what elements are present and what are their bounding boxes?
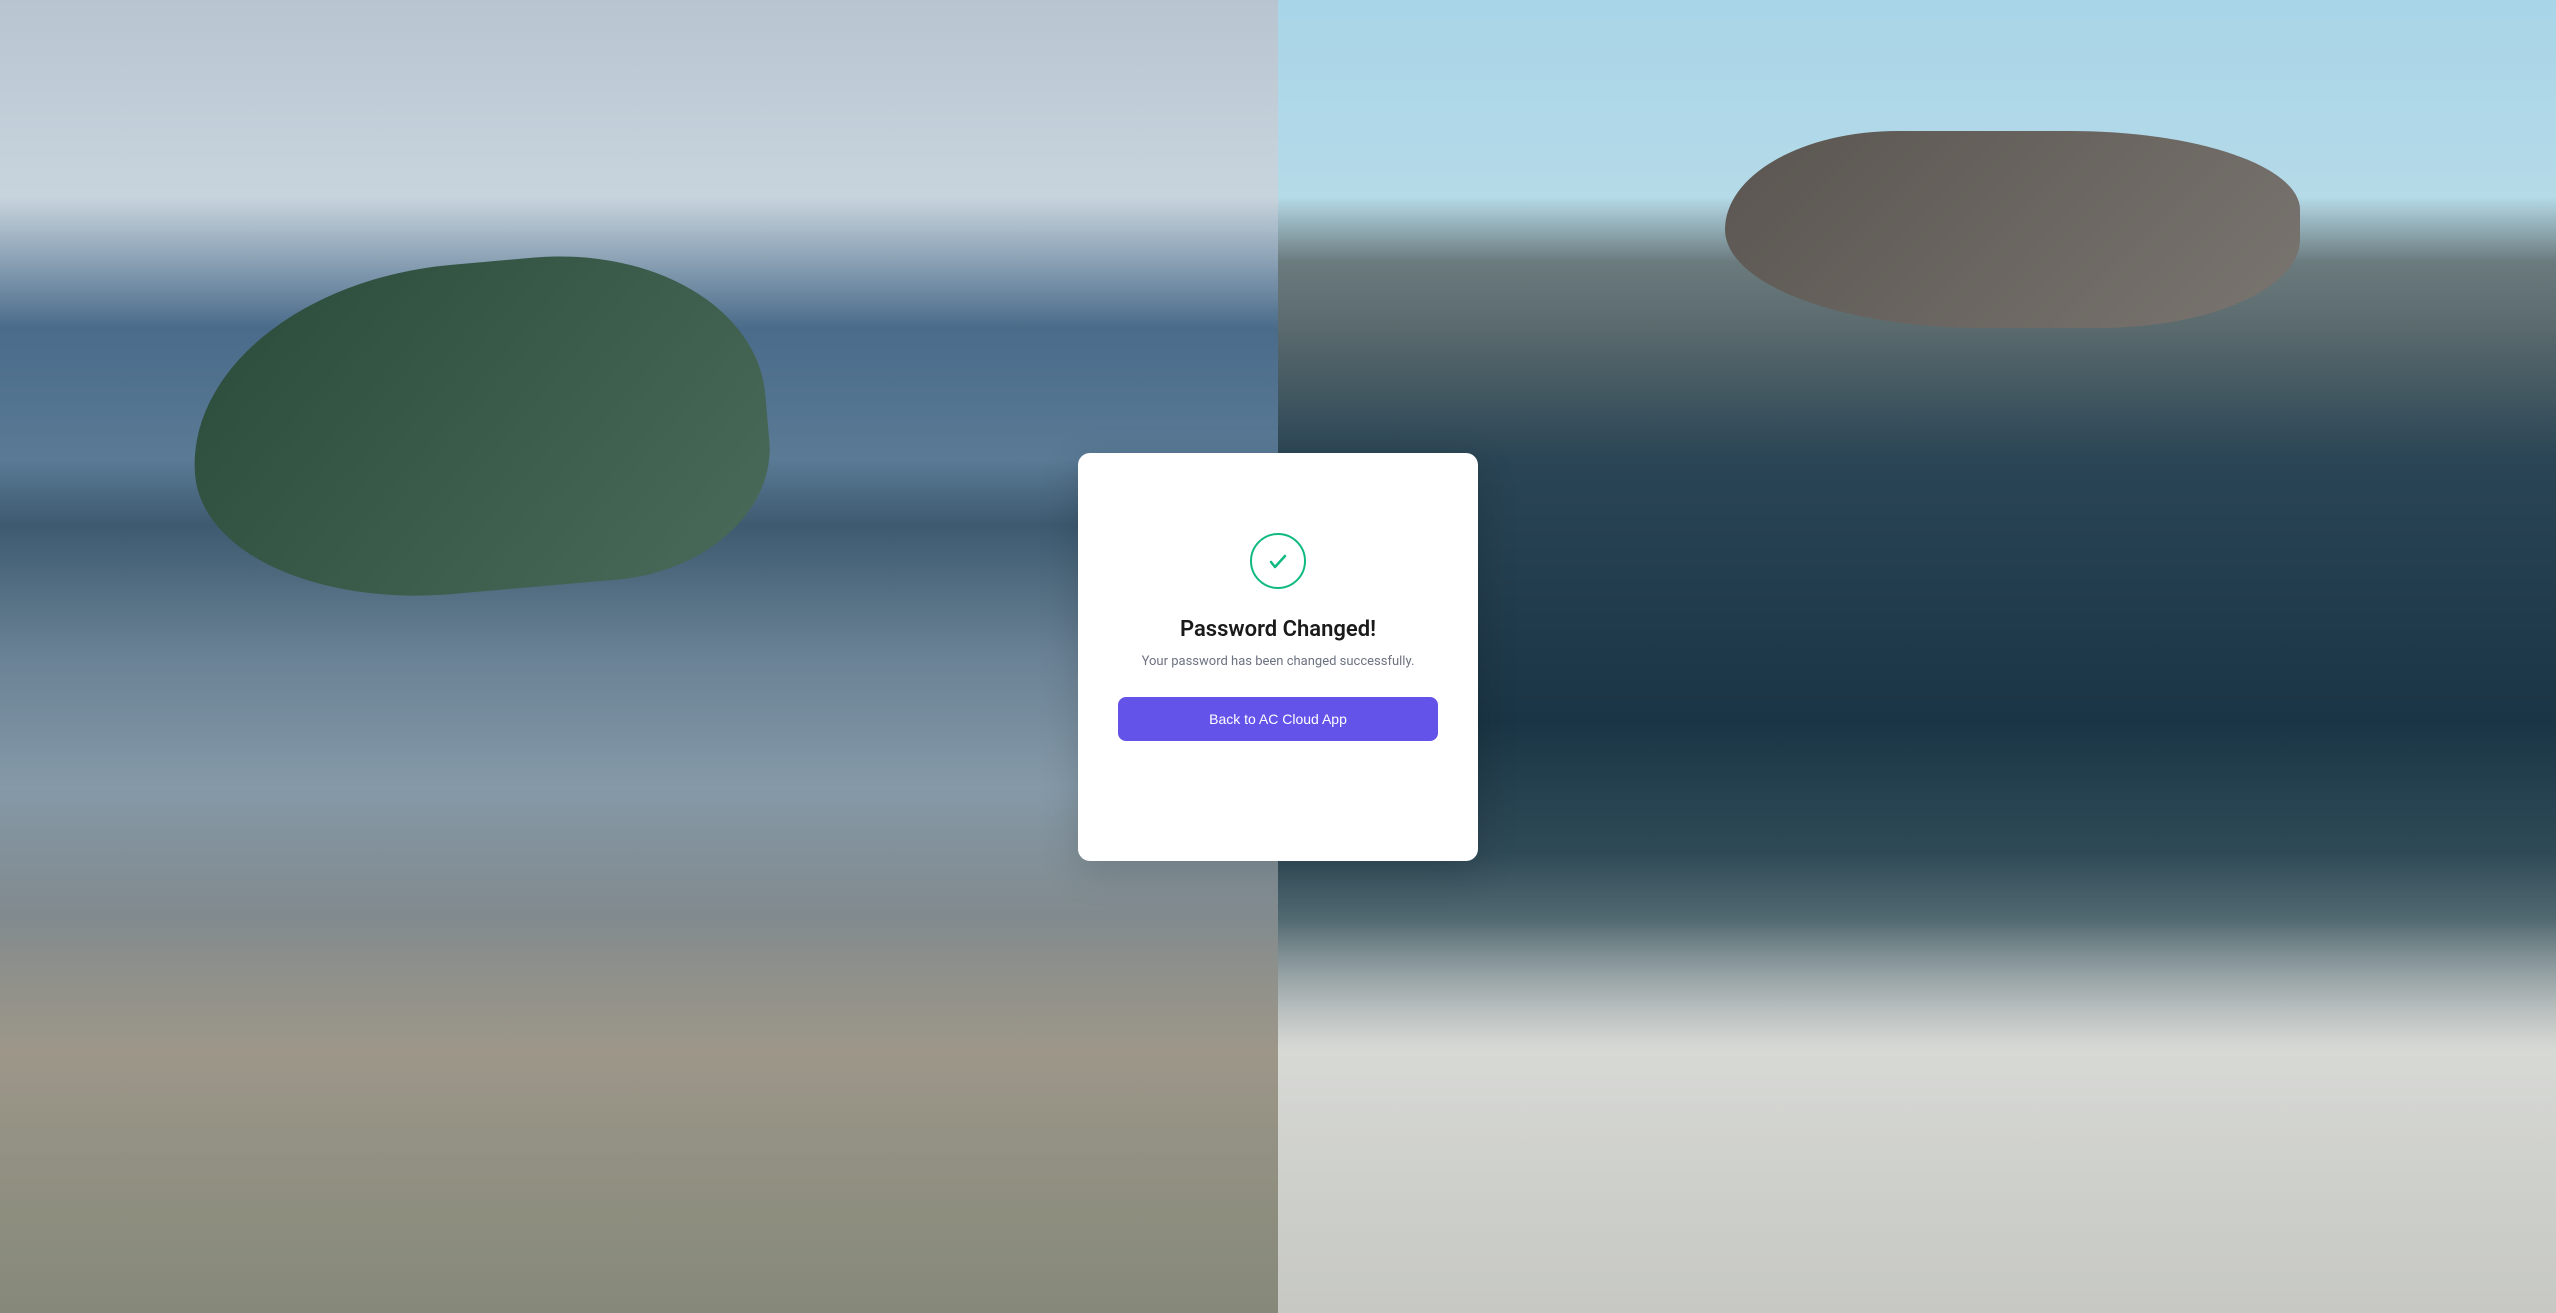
checkmark-icon [1266, 549, 1290, 573]
back-to-app-button[interactable]: Back to AC Cloud App [1118, 697, 1438, 741]
modal-title: Password Changed! [1180, 617, 1376, 642]
success-check-icon [1250, 533, 1306, 589]
modal-subtitle: Your password has been changed successfu… [1142, 654, 1415, 669]
password-changed-modal: Password Changed! Your password has been… [1078, 453, 1478, 861]
